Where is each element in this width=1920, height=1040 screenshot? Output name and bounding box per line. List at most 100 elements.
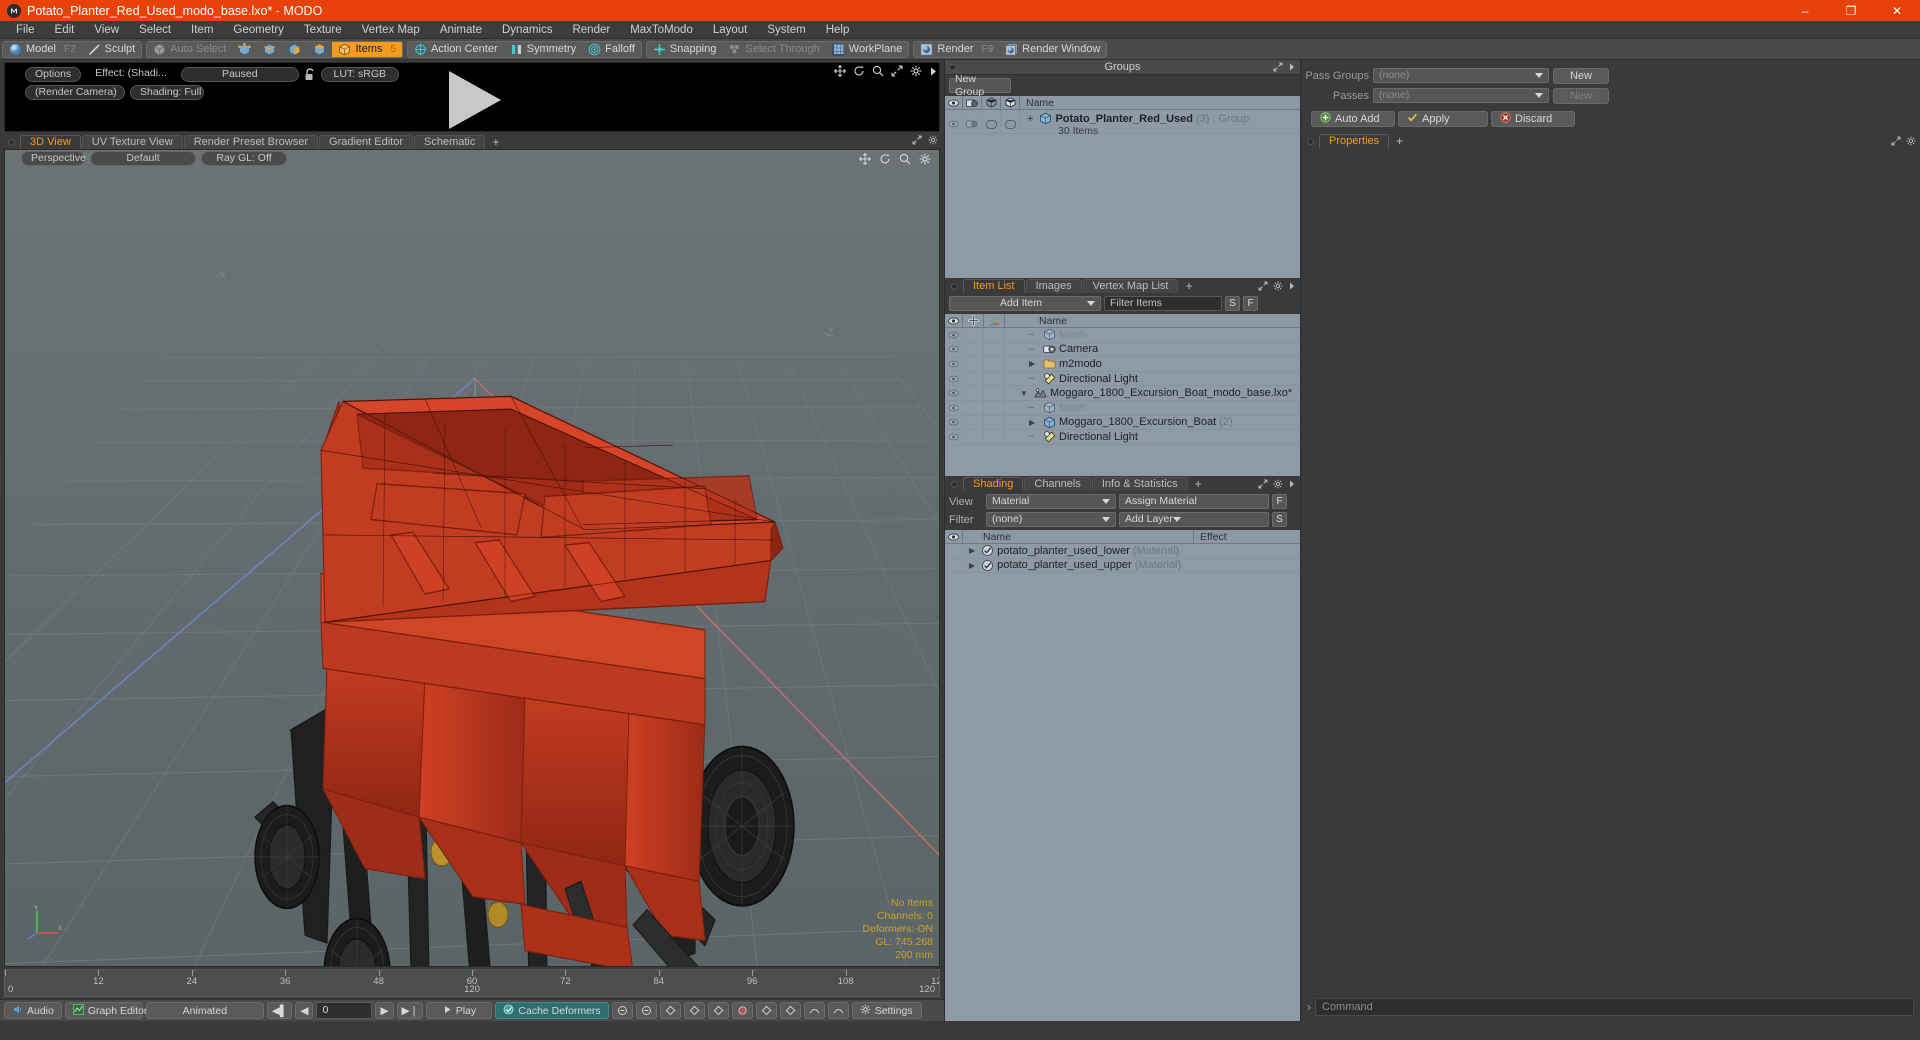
row-axis-toggle[interactable] [984, 342, 1005, 357]
preview-lut-button[interactable]: LUT: sRGB [320, 67, 399, 82]
toolbar-items-button[interactable]: Items 5 [332, 41, 402, 57]
table-row[interactable]: ┈ Directional Light [945, 430, 1300, 445]
toolbar-action-center-button[interactable]: Action Center [408, 42, 504, 57]
menu-file[interactable]: File [6, 21, 45, 39]
item-list[interactable]: Name ┈ Mesh ┈ Camera ▶ m2modo ┈ Directio… [945, 314, 1300, 476]
table-row[interactable]: ┈ Mesh [945, 328, 1300, 343]
filter-s-button[interactable]: S [1225, 296, 1240, 311]
row-lock-toggle[interactable] [963, 386, 984, 400]
row-axis-toggle[interactable] [984, 415, 1005, 430]
menu-dynamics[interactable]: Dynamics [492, 21, 562, 39]
panel-expand-icon[interactable] [912, 134, 922, 148]
row-expander[interactable]: ┈ [1029, 403, 1040, 412]
row-eye-toggle[interactable] [945, 558, 963, 573]
panel-gear-icon[interactable] [1273, 280, 1283, 294]
row-lock-toggle[interactable] [963, 400, 984, 415]
shading-filter-row[interactable]: Filter (none) Add Layer S [945, 512, 1300, 530]
panel-gear-icon[interactable] [1906, 135, 1916, 149]
menu-maxtomodo[interactable]: MaxToModo [620, 21, 703, 39]
pass-groups-new-button[interactable]: New [1553, 67, 1609, 84]
table-row[interactable]: + Potato_Planter_Red_Used (3) : Group 30… [945, 110, 1300, 137]
menu-item[interactable]: Item [181, 21, 223, 39]
row-expander[interactable]: ┈ [1029, 374, 1040, 383]
new-group-button[interactable]: New Group [949, 73, 1011, 98]
auto-add-row[interactable]: Auto Add Apply Discard [1301, 110, 1920, 127]
add-item-dropdown[interactable]: Add Item [949, 296, 1101, 311]
menu-vertex-map[interactable]: Vertex Map [352, 21, 430, 39]
toolbar-materials-button[interactable] [307, 42, 332, 57]
gear-icon[interactable] [919, 153, 931, 168]
record-icon[interactable] [731, 1002, 753, 1019]
panel-menu-dot-icon[interactable] [951, 283, 958, 290]
cache-deformers-button[interactable]: Cache Deformers [495, 1002, 609, 1019]
arrow-icon[interactable] [929, 66, 938, 80]
groups-toolbar[interactable]: New Group [945, 73, 1300, 98]
toolbar-polygons-button[interactable] [282, 42, 307, 57]
menu-geometry[interactable]: Geometry [223, 21, 294, 39]
toolbar-auto-select-button[interactable]: Auto Select [147, 42, 232, 57]
row-expander[interactable]: + [1024, 113, 1036, 125]
curve-out-icon[interactable] [827, 1002, 849, 1019]
key-next-icon[interactable] [779, 1002, 801, 1019]
row-axis-toggle[interactable] [984, 430, 1005, 444]
tab-uv-texture-view[interactable]: UV Texture View [81, 135, 183, 149]
assign-material-button[interactable]: Assign Material [1119, 494, 1269, 509]
menu-help[interactable]: Help [816, 21, 860, 39]
toolbar-edges-button[interactable] [257, 42, 282, 57]
shading-tabstrip[interactable]: Shading Channels Info & Statistics + [945, 476, 1300, 491]
preview-shading-button[interactable]: Shading: Full [130, 85, 204, 100]
table-row[interactable]: ▶ potato_planter_used_upper (Material) [945, 558, 1300, 574]
preview-effect-button[interactable]: Effect: (Shadi... [86, 67, 176, 82]
toolbar-mode-group[interactable]: Model F2 Sculpt [2, 40, 143, 58]
row-expander[interactable]: ▶ [969, 561, 978, 570]
command-input[interactable]: Command [1315, 998, 1914, 1016]
table-row[interactable]: ▶ m2modo [945, 357, 1300, 372]
timeline-track[interactable]: 12243648607284961081200120120 [4, 969, 940, 997]
row-eye-toggle[interactable] [945, 415, 963, 430]
viewport-header[interactable]: Perspective Default Ray GL: Off [5, 150, 939, 167]
tab-info-statistics[interactable]: Info & Statistics [1091, 477, 1188, 491]
key-prev-icon[interactable] [755, 1002, 777, 1019]
item-list-rows[interactable]: ┈ Mesh ┈ Camera ▶ m2modo ┈ Directional L… [945, 328, 1300, 445]
settings-button[interactable]: Settings [851, 1002, 922, 1019]
assign-material-f-button[interactable]: F [1272, 494, 1287, 509]
audio-button[interactable]: Audio [4, 1002, 62, 1019]
bottom-toolbar[interactable]: Audio Graph Editor Animated ◀▌ ◀ 0 ▶ ▶❘ … [0, 999, 944, 1021]
toolbar-falloff-button[interactable]: Falloff [582, 42, 641, 57]
add-tab-button[interactable]: + [1390, 135, 1409, 148]
fit-icon[interactable] [891, 65, 903, 80]
menu-render[interactable]: Render [562, 21, 620, 39]
menu-select[interactable]: Select [129, 21, 181, 39]
toolbar-render-group[interactable]: Render F9 Render Window [913, 40, 1108, 58]
tabstrip-menu-dot-icon[interactable] [8, 139, 15, 146]
add-tab-button[interactable]: + [1189, 478, 1208, 491]
shading-view-row[interactable]: View Material Assign Material F [945, 491, 1300, 512]
menu-texture[interactable]: Texture [294, 21, 352, 39]
row-render-toggle[interactable] [963, 110, 982, 134]
pass-groups-row[interactable]: Pass Groups (none) New [1301, 67, 1920, 84]
row-lock-toggle[interactable] [963, 415, 984, 430]
item-list-toolbar[interactable]: Add Item Filter Items S F [945, 293, 1300, 314]
circle-a-icon[interactable] [611, 1002, 633, 1019]
row-lock-toggle[interactable] [963, 430, 984, 444]
table-row[interactable]: ┈ Directional Light [945, 371, 1300, 387]
row-axis-toggle[interactable] [984, 328, 1005, 342]
passes-new-button[interactable]: New [1553, 87, 1609, 104]
row-expander[interactable]: ┈ [1029, 345, 1040, 354]
toolbar-model-button[interactable]: Model F2 [3, 42, 82, 57]
rotate-icon[interactable] [853, 65, 865, 80]
row-lock-toggle[interactable] [963, 357, 984, 371]
tab-schematic[interactable]: Schematic [414, 135, 486, 149]
tab-shading[interactable]: Shading [963, 477, 1024, 491]
row-axis-toggle[interactable] [984, 400, 1005, 415]
play-triangle-icon[interactable] [449, 71, 501, 129]
toolbar-select-group[interactable]: Auto Select Items 5 [146, 40, 403, 58]
move-icon[interactable] [834, 65, 846, 80]
axis-gizmo[interactable]: Y X [27, 903, 63, 942]
maximize-button[interactable]: ❐ [1828, 0, 1874, 21]
tab-images[interactable]: Images [1025, 279, 1082, 293]
row-eye-toggle[interactable] [945, 328, 963, 342]
properties-tabstrip[interactable]: Properties + [1301, 133, 1920, 148]
frame-number-input[interactable]: 0 [316, 1002, 373, 1019]
groups-rows[interactable]: + Potato_Planter_Red_Used (3) : Group 30… [945, 110, 1300, 137]
